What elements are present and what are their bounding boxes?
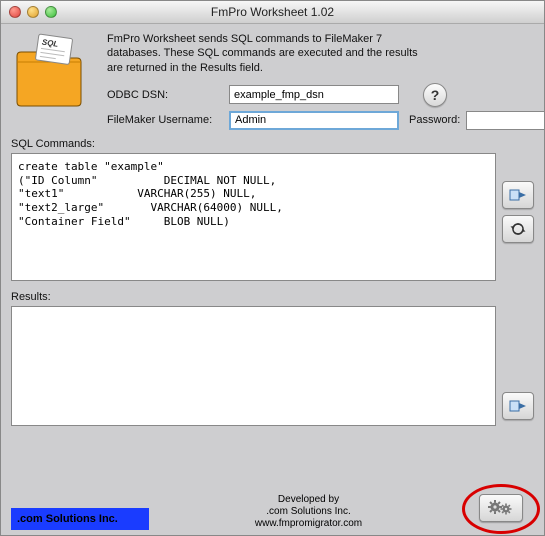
username-input[interactable] [229,111,399,130]
credit-line-1: Developed by [149,494,468,506]
app-window: FmPro Worksheet 1.02 SQL FmPro [0,0,545,536]
close-window-button[interactable] [9,6,21,18]
window-controls [1,6,57,18]
window-title: FmPro Worksheet 1.02 [1,5,544,19]
window-body: SQL FmPro Worksheet sends SQL commands t… [1,24,544,536]
results-label: Results: [11,291,534,303]
minimize-window-button[interactable] [27,6,39,18]
password-input[interactable] [466,111,545,130]
description-text: FmPro Worksheet sends SQL commands to Fi… [107,32,427,75]
credit-line-2: .com Solutions Inc. [149,506,468,518]
app-icon: SQL [11,32,95,130]
refresh-icon [510,221,526,237]
execute-button[interactable] [502,181,534,209]
odbc-dsn-label: ODBC DSN: [107,89,223,101]
company-logo: .com Solutions Inc. [11,508,149,530]
preferences-button[interactable] [479,494,523,522]
help-icon: ? [431,87,440,103]
credits: Developed by .com Solutions Inc. www.fmp… [149,494,468,530]
odbc-dsn-input[interactable] [229,85,399,104]
export-results-button[interactable] [502,392,534,420]
sql-commands-label: SQL Commands: [11,138,534,150]
export-icon [509,399,527,413]
titlebar: FmPro Worksheet 1.02 [1,1,544,24]
zoom-window-button[interactable] [45,6,57,18]
help-button[interactable]: ? [423,83,447,107]
results-textarea[interactable] [11,306,496,426]
gear-icon [488,499,514,518]
password-label: Password: [409,114,460,126]
credit-line-3: www.fmpromigrator.com [149,518,468,530]
refresh-button[interactable] [502,215,534,243]
company-logo-text: .com Solutions Inc. [17,513,118,525]
username-label: FileMaker Username: [107,114,223,126]
execute-icon [509,188,527,202]
sql-commands-textarea[interactable] [11,153,496,281]
